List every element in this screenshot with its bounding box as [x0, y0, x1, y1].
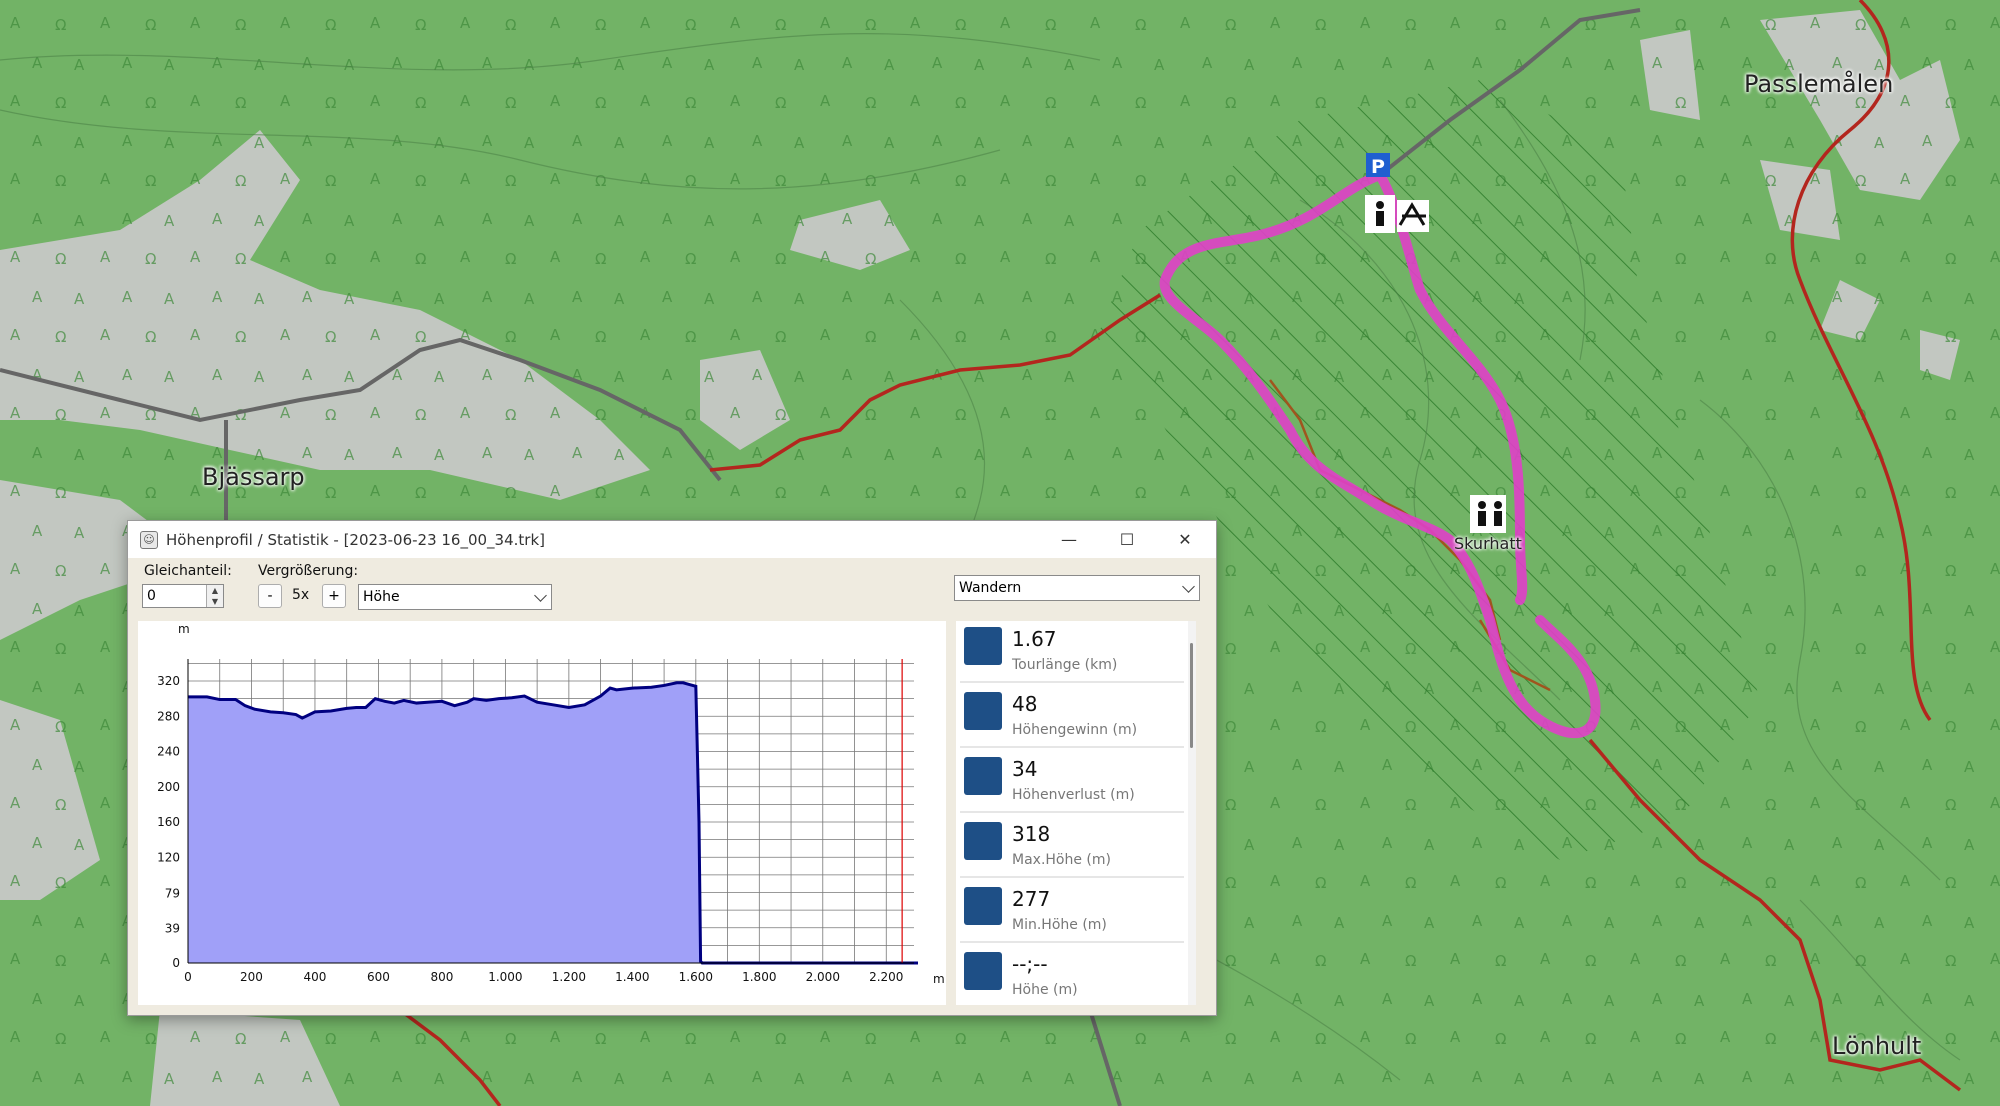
- svg-text:P: P: [1371, 156, 1385, 178]
- statistics-panel: 1.67 Tourlänge (km) 48 Höhengewinn (m) 34 Höh…: [956, 621, 1196, 1005]
- place-label-skurhatt: Skurhatt: [1454, 534, 1522, 553]
- y-tick-label: 320: [157, 674, 180, 688]
- x-tick-label: 800: [430, 970, 453, 984]
- y-tick-label: 39: [165, 922, 180, 936]
- zoom-label: Vergrößerung:: [258, 563, 359, 579]
- window-titlebar[interactable]: ☺ Höhenprofil / Statistik - [2023-06-23 …: [128, 521, 1216, 558]
- max-height-icon: [964, 822, 1002, 860]
- x-tick-label: 2.000: [806, 970, 840, 984]
- stats-scroll-thumb[interactable]: [1190, 643, 1193, 748]
- x-tick-label: 1.400: [615, 970, 649, 984]
- x-tick-label: 600: [367, 970, 390, 984]
- stat-row: 277 Min.Höhe (m): [960, 881, 1184, 943]
- stat-label: Tourlänge (km): [1012, 657, 1118, 673]
- y-tick-label: 120: [157, 850, 180, 864]
- stat-value: 318: [1012, 822, 1051, 846]
- chevron-down-icon: [1182, 580, 1195, 593]
- elevation-chart[interactable]: 0 39 79 120 160 200 240 280 320 0 200 400 600 800 1.00…: [138, 621, 946, 1005]
- x-tick-label: 1.800: [742, 970, 776, 984]
- close-button[interactable]: ✕: [1156, 521, 1214, 558]
- elevation-chart-panel[interactable]: 0 39 79 120 160 200 240 280 320 0 200 400 600 800 1.00…: [138, 621, 946, 1005]
- x-axis-unit: m: [933, 972, 945, 986]
- gleichanteil-spinner[interactable]: ▲ ▼: [206, 585, 223, 607]
- elevation-profile-window: ☺ Höhenprofil / Statistik - [2023-06-23 …: [127, 520, 1217, 1016]
- stat-value: 1.67: [1012, 627, 1057, 651]
- chevron-down-icon: [534, 589, 547, 602]
- place-label-lonhult: Lönhult: [1832, 1032, 1922, 1060]
- y-tick-label: 0: [172, 956, 180, 970]
- gleichanteil-input[interactable]: 0 ▲ ▼: [142, 584, 224, 608]
- stat-value: --;--: [1012, 952, 1048, 976]
- y-tick-label: 79: [165, 886, 180, 900]
- elevation-area: [188, 682, 918, 963]
- y-tick-label: 280: [157, 709, 180, 723]
- stat-value: 48: [1012, 692, 1038, 716]
- gleichanteil-label: Gleichanteil:: [144, 563, 232, 579]
- stat-label: Höhe (m): [1012, 982, 1078, 998]
- elevation-loss-icon: [964, 757, 1002, 795]
- app-icon: ☺: [140, 531, 158, 549]
- x-tick-label: 1.200: [552, 970, 586, 984]
- place-label-bjassarp: Bjässarp: [202, 463, 305, 491]
- stat-label: Min.Höhe (m): [1012, 917, 1107, 933]
- stat-row: 1.67 Tourlänge (km): [960, 621, 1184, 683]
- stat-value: 34: [1012, 757, 1038, 781]
- x-tick-label: 1.600: [679, 970, 713, 984]
- zoom-out-button[interactable]: -: [258, 584, 282, 608]
- zoom-in-button[interactable]: +: [322, 584, 346, 608]
- zoom-level: 5x: [292, 587, 310, 603]
- stat-label: Höhengewinn (m): [1012, 722, 1138, 738]
- x-tick-label: 2.200: [869, 970, 903, 984]
- stat-label: Max.Höhe (m): [1012, 852, 1111, 868]
- stat-row: 318 Max.Höhe (m): [960, 816, 1184, 878]
- x-tick-label: 1.000: [488, 970, 522, 984]
- track-length-icon: [964, 627, 1002, 665]
- stat-row: 48 Höhengewinn (m): [960, 686, 1184, 748]
- minimize-button[interactable]: —: [1040, 521, 1098, 558]
- x-tick-label: 200: [240, 970, 263, 984]
- window-title: Höhenprofil / Statistik - [2023-06-23 16…: [166, 531, 545, 549]
- stats-scrollbar[interactable]: [1188, 621, 1196, 1005]
- stat-label: Höhenverlust (m): [1012, 787, 1135, 803]
- y-tick-label: 240: [157, 745, 180, 759]
- x-tick-label: 0: [184, 970, 192, 984]
- stat-row: 34 Höhenverlust (m): [960, 751, 1184, 813]
- min-height-icon: [964, 887, 1002, 925]
- y-tick-label: 160: [157, 815, 180, 829]
- stat-value: 277: [1012, 887, 1051, 911]
- height-icon: [964, 952, 1002, 990]
- activity-select[interactable]: Wandern: [954, 575, 1200, 601]
- elevation-gain-icon: [964, 692, 1002, 730]
- maximize-button[interactable]: ☐: [1098, 521, 1156, 558]
- y-axis-unit: m: [178, 622, 190, 636]
- place-label-passlemalen: Passlemålen: [1744, 70, 1894, 98]
- x-tick-label: 400: [304, 970, 327, 984]
- profile-type-select[interactable]: Höhe: [358, 584, 552, 610]
- y-tick-label: 200: [157, 780, 180, 794]
- stat-row: --;-- Höhe (m): [960, 946, 1184, 1005]
